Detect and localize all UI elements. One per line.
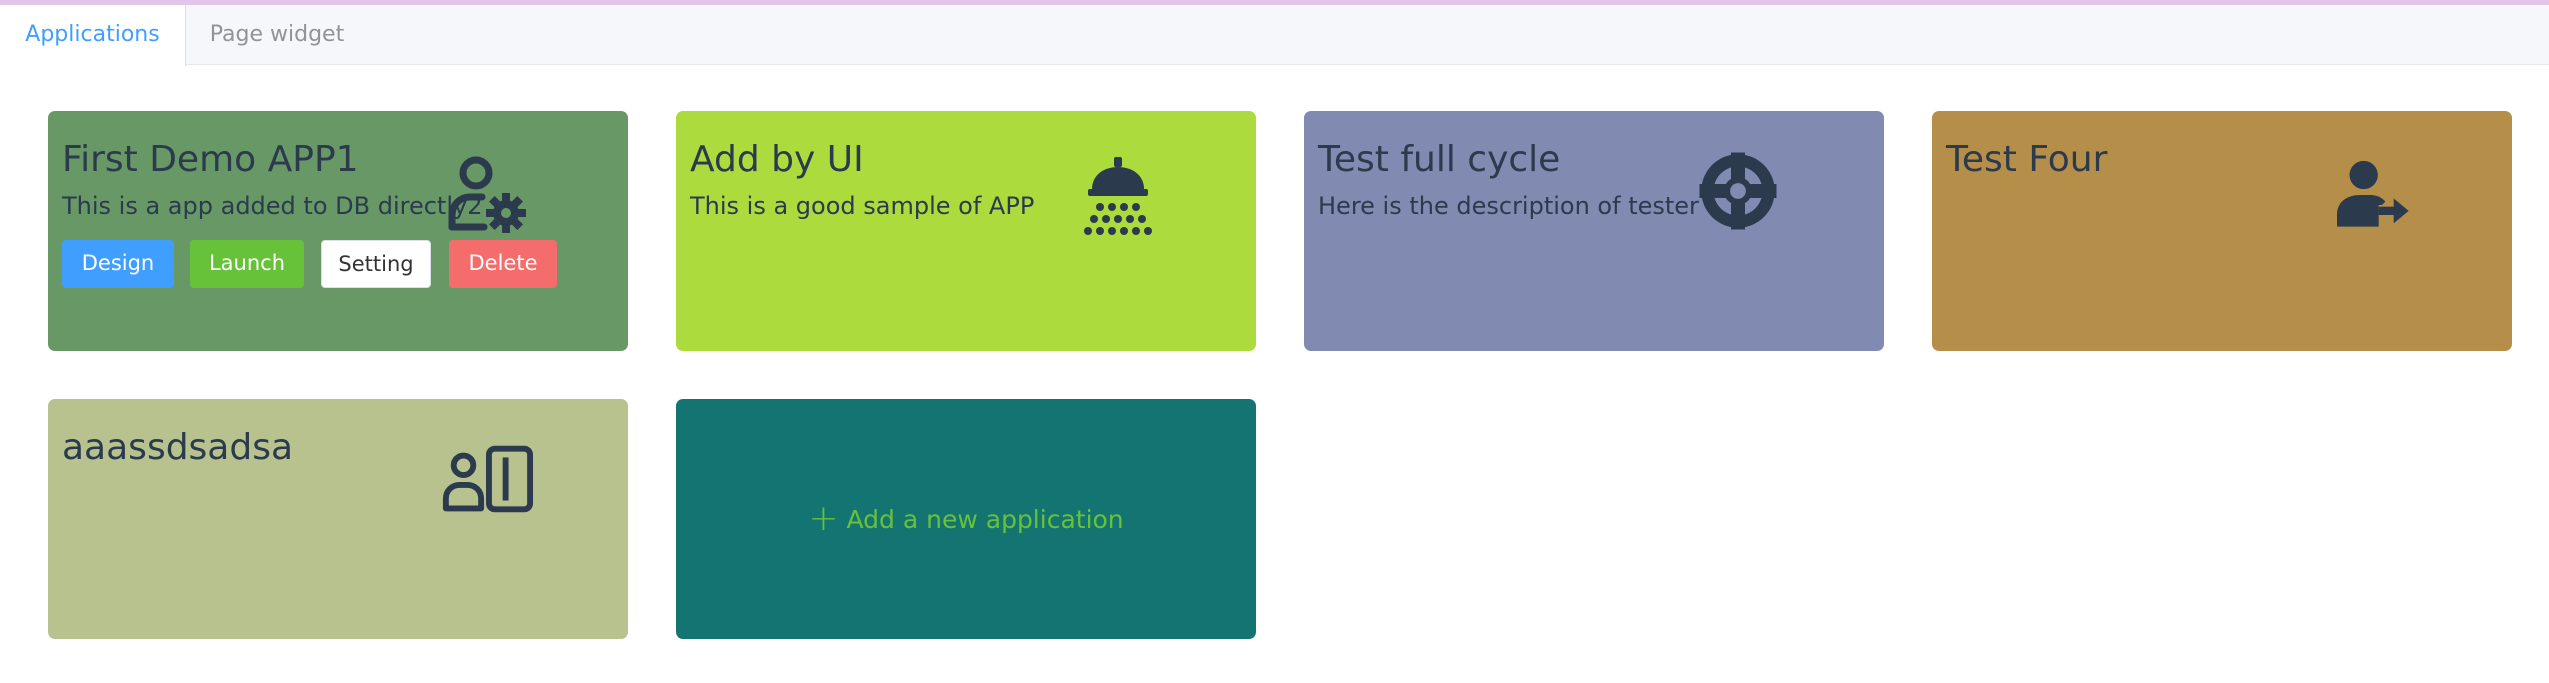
delete-button[interactable]: Delete [449, 240, 557, 288]
add-application-label: Add a new application [846, 504, 1124, 534]
app-card-test-four[interactable]: Test Four [1932, 111, 2512, 351]
app-card-aaassdsadsa[interactable]: aaassdsadsa [48, 399, 628, 639]
user-arrow-icon [2332, 155, 2412, 235]
plus-icon: + [808, 498, 839, 539]
launch-button[interactable]: Launch [190, 240, 304, 288]
add-application-card[interactable]: + Add a new application [676, 399, 1256, 639]
id-card-icon [440, 445, 534, 513]
user-gear-icon [438, 151, 534, 247]
setting-button[interactable]: Setting [321, 240, 431, 288]
life-ring-icon [1696, 149, 1780, 233]
app-title: Test full cycle [1318, 139, 1561, 180]
app-description: This is a app added to DB directly2 [62, 192, 483, 220]
app-title: Test Four [1946, 139, 2108, 180]
app-title: Add by UI [690, 139, 864, 180]
app-card-add-by-ui[interactable]: Add by UI This is a good sample of APP [676, 111, 1256, 351]
app-card-test-full-cycle[interactable]: Test full cycle Here is the description … [1304, 111, 1884, 351]
add-application-button[interactable]: + Add a new application [676, 399, 1256, 639]
tab-page-widget[interactable]: Page widget [186, 5, 368, 65]
app-description: Here is the description of tester [1318, 192, 1699, 220]
tab-applications[interactable]: Applications [0, 5, 186, 66]
app-description: This is a good sample of APP [690, 192, 1035, 220]
design-button[interactable]: Design [62, 240, 174, 288]
app-title: aaassdsadsa [62, 427, 294, 468]
shower-icon [1070, 151, 1166, 247]
tab-bar: Applications Page widget [0, 5, 2549, 66]
app-title: First Demo APP1 [62, 139, 359, 180]
app-card-first-demo[interactable]: First Demo APP1 This is a app added to D… [48, 111, 628, 351]
